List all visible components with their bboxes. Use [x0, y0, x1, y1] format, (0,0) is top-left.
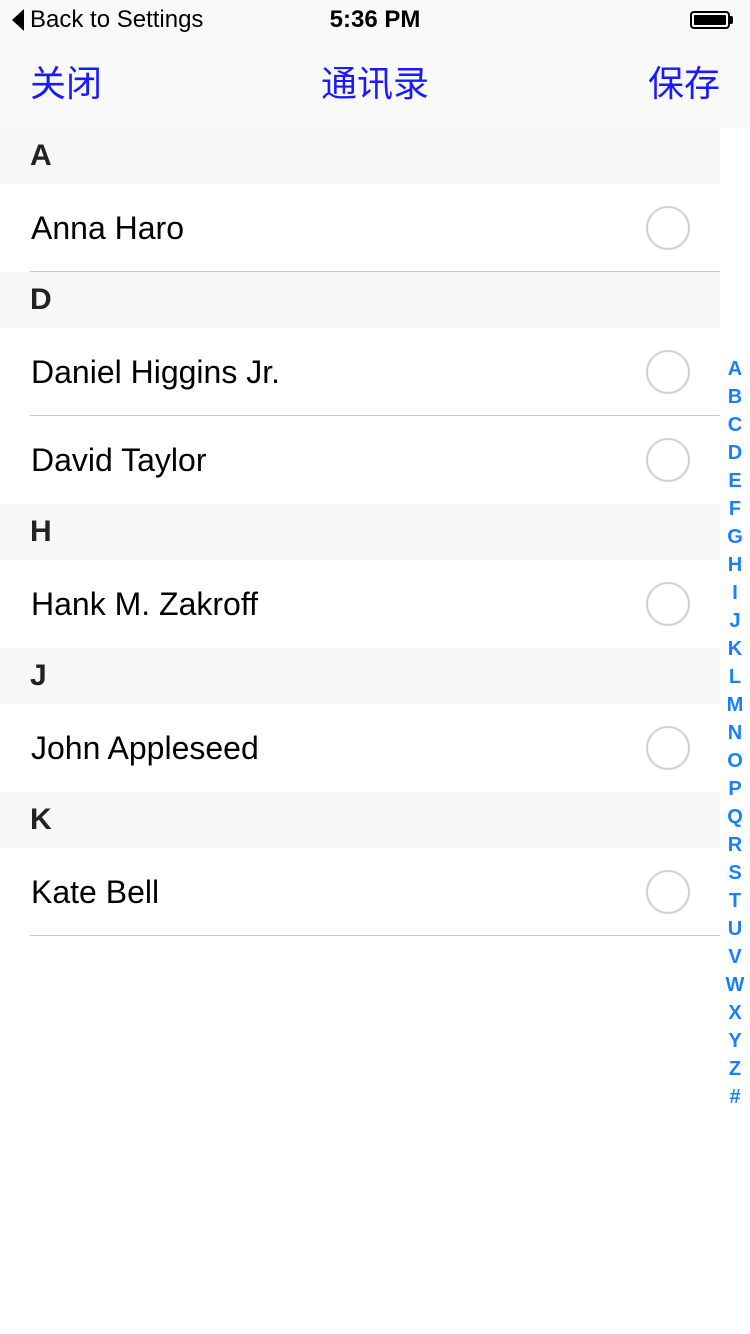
index-letter-j[interactable]: J [729, 607, 740, 635]
navigation-bar: 关闭 通讯录 保存 [0, 40, 750, 128]
index-letter-hash[interactable]: # [729, 1083, 740, 1111]
battery-full-icon [690, 11, 734, 29]
contact-name: Anna Haro [31, 209, 184, 246]
status-time: 5:36 PM [329, 6, 421, 33]
contact-name: David Taylor [31, 441, 207, 478]
index-letter-z[interactable]: Z [729, 1055, 741, 1083]
index-letter-o[interactable]: O [727, 747, 743, 775]
section-header-k: K [0, 792, 720, 848]
index-letter-h[interactable]: H [728, 551, 742, 579]
contact-name: Hank M. Zakroff [31, 585, 259, 622]
index-letter-v[interactable]: V [728, 943, 741, 971]
section-header-j: J [0, 648, 720, 704]
index-letter-r[interactable]: R [728, 831, 742, 859]
status-bar: Back to Settings 5:36 PM [0, 0, 750, 40]
section-header-a: A [0, 128, 720, 184]
index-letter-t[interactable]: T [729, 887, 741, 915]
select-circle-icon[interactable] [646, 206, 690, 250]
index-letter-b[interactable]: B [728, 383, 742, 411]
select-circle-icon[interactable] [646, 870, 690, 914]
index-letter-g[interactable]: G [727, 523, 743, 551]
section-index-bar[interactable]: A B C D E F G H I J K L M N O P Q R S T … [720, 355, 750, 1111]
select-circle-icon[interactable] [646, 438, 690, 482]
contact-name: John Appleseed [31, 729, 259, 766]
index-letter-l[interactable]: L [729, 663, 741, 691]
select-circle-icon[interactable] [646, 726, 690, 770]
contact-name: Daniel Higgins Jr. [31, 353, 280, 390]
index-letter-n[interactable]: N [728, 719, 742, 747]
index-letter-a[interactable]: A [728, 355, 742, 383]
index-letter-m[interactable]: M [727, 691, 744, 719]
contact-list: A Anna Haro D Daniel Higgins Jr. David T… [0, 128, 720, 936]
select-circle-icon[interactable] [646, 350, 690, 394]
contact-row[interactable]: Anna Haro [0, 184, 720, 272]
contact-row[interactable]: Hank M. Zakroff [0, 560, 720, 648]
index-letter-k[interactable]: K [728, 635, 742, 663]
contact-row[interactable]: Kate Bell [0, 848, 720, 936]
contact-row[interactable]: John Appleseed [0, 704, 720, 792]
section-header-h: H [0, 504, 720, 560]
index-letter-u[interactable]: U [728, 915, 742, 943]
page-title: 通讯录 [320, 63, 429, 104]
index-letter-x[interactable]: X [728, 999, 741, 1027]
select-circle-icon[interactable] [646, 582, 690, 626]
index-letter-q[interactable]: Q [727, 803, 743, 831]
index-letter-f[interactable]: F [729, 495, 741, 523]
index-letter-w[interactable]: W [726, 971, 745, 999]
contact-row[interactable]: Daniel Higgins Jr. [0, 328, 720, 416]
contact-row[interactable]: David Taylor [0, 416, 720, 504]
section-header-d: D [0, 272, 720, 328]
index-letter-e[interactable]: E [728, 467, 741, 495]
index-letter-c[interactable]: C [728, 411, 742, 439]
index-letter-i[interactable]: I [732, 579, 738, 607]
index-letter-s[interactable]: S [728, 859, 741, 887]
index-letter-d[interactable]: D [728, 439, 742, 467]
index-letter-p[interactable]: P [728, 775, 741, 803]
contact-name: Kate Bell [31, 873, 160, 910]
index-letter-y[interactable]: Y [728, 1027, 741, 1055]
save-button[interactable]: 保存 [648, 62, 720, 106]
